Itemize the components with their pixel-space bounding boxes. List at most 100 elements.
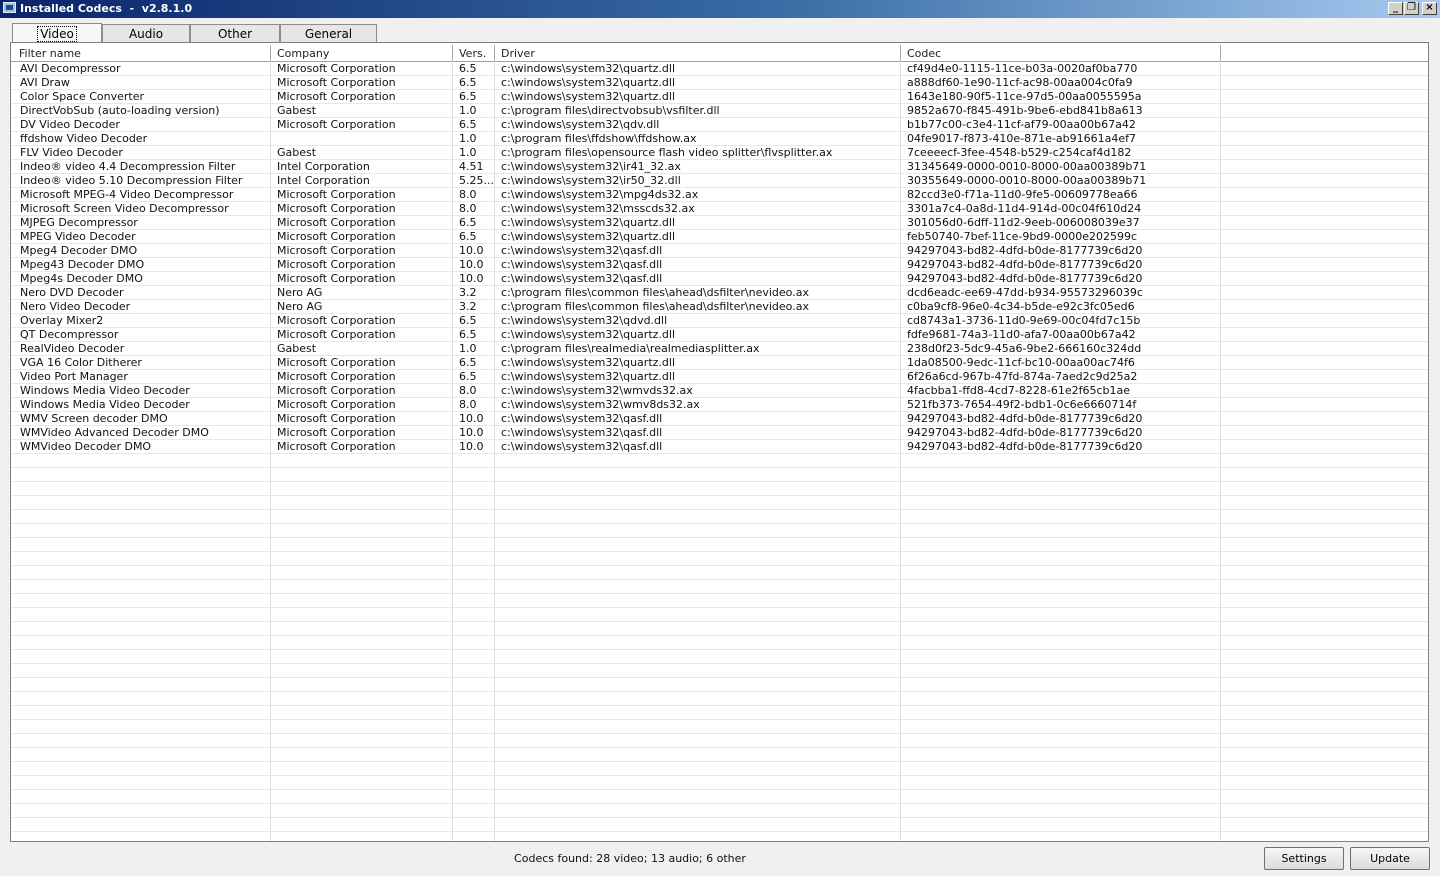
cell-version: 6.5 [459, 118, 477, 131]
table-row[interactable]: Microsoft Screen Video Decompressor Micro… [11, 202, 1428, 216]
cell-driver: c:\windows\system32\quartz.dll [501, 230, 675, 243]
cell-filter-name: DirectVobSub (auto-loading version) [20, 104, 220, 117]
cell-filter-name: WMV Screen decoder DMO [20, 412, 168, 425]
codec-list[interactable]: Filter name Company Vers. Driver Codec A… [10, 42, 1429, 842]
cell-company: Microsoft Corporation [277, 314, 396, 327]
table-row[interactable]: Indeo® video 5.10 Decompression Filter In… [11, 174, 1428, 188]
empty-row [11, 580, 1428, 594]
cell-company: Microsoft Corporation [277, 328, 396, 341]
cell-version: 1.0 [459, 342, 477, 355]
title-bar: Installed Codecs - v2.8.1.0 _ ❐ × [0, 0, 1440, 18]
table-row[interactable]: RealVideo Decoder Gabest 1.0 c:\program fil… [11, 342, 1428, 356]
empty-row [11, 664, 1428, 678]
table-row[interactable]: Nero DVD Decoder Nero AG 3.2 c:\program fil… [11, 286, 1428, 300]
cell-version: 6.5 [459, 62, 477, 75]
cell-version: 6.5 [459, 356, 477, 369]
table-row[interactable]: FLV Video Decoder Gabest 1.0 c:\program fil… [11, 146, 1428, 160]
cell-filter-name: Microsoft MPEG-4 Video Decompressor [20, 188, 234, 201]
cell-codec: 238d0f23-5dc9-45a6-9be2-666160c324dd [907, 342, 1142, 355]
table-row[interactable]: DirectVobSub (auto-loading version) Gabes… [11, 104, 1428, 118]
cell-company: Intel Corporation [277, 160, 370, 173]
cell-driver: c:\windows\system32\qasf.dll [501, 412, 663, 425]
cell-codec: 94297043-bd82-4dfd-b0de-8177739c6d20 [907, 426, 1143, 439]
column-header-company[interactable]: Company [271, 45, 453, 61]
empty-row [11, 524, 1428, 538]
table-row[interactable]: DV Video Decoder Microsoft Corporation 6.5… [11, 118, 1428, 132]
column-header-codec[interactable]: Codec [901, 45, 1221, 61]
cell-filter-name: FLV Video Decoder [20, 146, 123, 159]
table-row[interactable]: Mpeg4s Decoder DMO Microsoft Corporation 1… [11, 272, 1428, 286]
cell-codec: 521fb373-7654-49f2-bdb1-0c6e6660714f [907, 398, 1137, 411]
table-row[interactable]: AVI Decompressor Microsoft Corporation 6.5… [11, 62, 1428, 76]
restore-icon[interactable]: ❐ [1404, 2, 1419, 15]
cell-version: 6.5 [459, 230, 477, 243]
cell-version: 3.2 [459, 300, 477, 313]
cell-codec: 94297043-bd82-4dfd-b0de-8177739c6d20 [907, 272, 1143, 285]
cell-driver: c:\windows\system32\quartz.dll [501, 216, 675, 229]
table-row[interactable]: WMVideo Decoder DMO Microsoft Corporation… [11, 440, 1428, 454]
cell-version: 8.0 [459, 188, 477, 201]
cell-company: Microsoft Corporation [277, 370, 396, 383]
table-row[interactable]: Microsoft MPEG-4 Video Decompressor Micro… [11, 188, 1428, 202]
table-row[interactable]: Nero Video Decoder Nero AG 3.2 c:\program f… [11, 300, 1428, 314]
table-row[interactable]: Video Port Manager Microsoft Corporation 6… [11, 370, 1428, 384]
cell-filter-name: QT Decompressor [20, 328, 119, 341]
table-row[interactable]: WMVideo Advanced Decoder DMO Microsoft Co… [11, 426, 1428, 440]
cell-driver: c:\windows\system32\ir41_32.ax [501, 160, 681, 173]
cell-company: Microsoft Corporation [277, 62, 396, 75]
empty-row [11, 622, 1428, 636]
cell-company: Microsoft Corporation [277, 426, 396, 439]
cell-codec: 4facbba1-ffd8-4cd7-8228-61e2f65cb1ae [907, 384, 1130, 397]
cell-driver: c:\program files\common files\ahead\dsfi… [501, 300, 809, 313]
minimize-icon[interactable]: _ [1388, 2, 1403, 15]
cell-filter-name: Nero Video Decoder [20, 300, 131, 313]
table-row[interactable]: ffdshow Video Decoder 1.0 c:\program files… [11, 132, 1428, 146]
tab-audio[interactable]: Audio [102, 24, 190, 42]
cell-version: 1.0 [459, 146, 477, 159]
table-row[interactable]: VGA 16 Color Ditherer Microsoft Corporati… [11, 356, 1428, 370]
cell-version: 10.0 [459, 272, 484, 285]
table-row[interactable]: Indeo® video 4.4 Decompression Filter Int… [11, 160, 1428, 174]
cell-codec: 1643e180-90f5-11ce-97d5-00aa0055595a [907, 90, 1142, 103]
cell-driver: c:\windows\system32\quartz.dll [501, 76, 675, 89]
cell-driver: c:\windows\system32\mpg4ds32.ax [501, 188, 699, 201]
cell-filter-name: Video Port Manager [20, 370, 128, 383]
update-button[interactable]: Update [1350, 847, 1430, 870]
table-row[interactable]: Windows Media Video Decoder Microsoft Cor… [11, 398, 1428, 412]
settings-button[interactable]: Settings [1264, 847, 1344, 870]
table-row[interactable]: MPEG Video Decoder Microsoft Corporation 6… [11, 230, 1428, 244]
table-row[interactable]: Windows Media Video Decoder Microsoft Cor… [11, 384, 1428, 398]
cell-company: Nero AG [277, 300, 323, 313]
tab-video[interactable]: Video [12, 23, 102, 43]
table-row[interactable]: WMV Screen decoder DMO Microsoft Corporat… [11, 412, 1428, 426]
cell-codec: 301056d0-6dff-11d2-9eeb-006008039e37 [907, 216, 1140, 229]
cell-company [270, 132, 452, 145]
empty-row [11, 706, 1428, 720]
table-row[interactable]: Mpeg4 Decoder DMO Microsoft Corporation 10… [11, 244, 1428, 258]
cell-driver: c:\windows\system32\msscds32.ax [501, 202, 695, 215]
table-row[interactable]: MJPEG Decompressor Microsoft Corporation 6… [11, 216, 1428, 230]
table-row[interactable]: Mpeg43 Decoder DMO Microsoft Corporation 1… [11, 258, 1428, 272]
column-header-driver[interactable]: Driver [495, 45, 901, 61]
empty-row [11, 650, 1428, 664]
cell-company: Microsoft Corporation [277, 356, 396, 369]
cell-company: Microsoft Corporation [277, 118, 396, 131]
column-header-version[interactable]: Vers. [453, 45, 495, 61]
tab-other[interactable]: Other [190, 24, 280, 42]
table-row[interactable]: Overlay Mixer2 Microsoft Corporation 6.5 c:… [11, 314, 1428, 328]
close-icon[interactable]: × [1422, 2, 1437, 15]
table-row[interactable]: AVI Draw Microsoft Corporation 6.5 c:\windo… [11, 76, 1428, 90]
tab-general[interactable]: General [280, 24, 377, 42]
table-row[interactable]: QT Decompressor Microsoft Corporation 6.5 c… [11, 328, 1428, 342]
cell-codec: dcd6eadc-ee69-47dd-b934-95573296039c [907, 286, 1143, 299]
cell-filter-name: Indeo® video 4.4 Decompression Filter [20, 160, 236, 173]
empty-row [11, 818, 1428, 832]
cell-codec: 94297043-bd82-4dfd-b0de-8177739c6d20 [907, 412, 1143, 425]
cell-codec: c0ba9cf8-96e0-4c34-b5de-e92c3fc05ed6 [907, 300, 1135, 313]
window-title: Installed Codecs - v2.8.1.0 [20, 2, 193, 15]
table-row[interactable]: Color Space Converter Microsoft Corporati… [11, 90, 1428, 104]
cell-filter-name: Mpeg4 Decoder DMO [20, 244, 138, 257]
empty-row [11, 636, 1428, 650]
column-header-filter-name[interactable]: Filter name [13, 45, 271, 61]
cell-driver: c:\windows\system32\qasf.dll [501, 426, 663, 439]
